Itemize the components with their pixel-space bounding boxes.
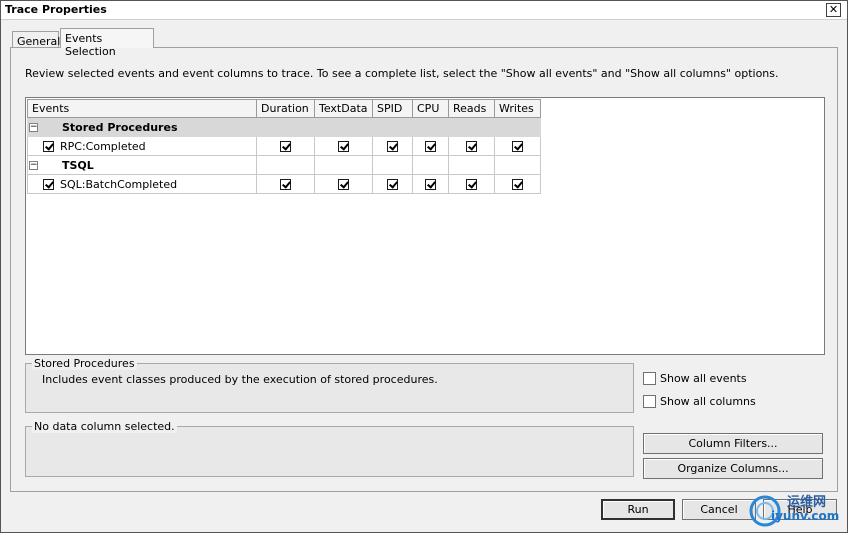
show-all-events-label: Show all events xyxy=(660,371,747,385)
show-all-columns-label: Show all columns xyxy=(660,394,756,408)
events-table: Events Duration TextData SPID CPU Reads … xyxy=(27,99,541,194)
spid-checkbox[interactable] xyxy=(387,141,398,152)
group-cell-empty xyxy=(494,117,541,137)
group-cell-empty xyxy=(494,155,541,175)
group-cell: − TSQL xyxy=(27,155,257,175)
group-cell-empty xyxy=(372,117,413,137)
column-header-writes[interactable]: Writes xyxy=(494,99,541,118)
show-all-columns-checkbox[interactable] xyxy=(643,394,656,408)
group-cell-empty xyxy=(412,155,449,175)
tab-events-selection-label: Events Selection xyxy=(65,32,116,58)
group-cell-empty xyxy=(448,155,495,175)
group-row-stored-procedures: − Stored Procedures xyxy=(27,117,541,137)
textdata-cell xyxy=(314,174,373,194)
column-header-textdata[interactable]: TextData xyxy=(314,99,373,118)
group-label: TSQL xyxy=(62,158,94,172)
group-cell-empty xyxy=(256,117,315,137)
intro-text: Review selected events and event columns… xyxy=(25,67,779,80)
grid-header-row: Events Duration TextData SPID CPU Reads … xyxy=(27,99,541,118)
show-all-columns-option[interactable]: Show all columns xyxy=(643,394,756,408)
textdata-checkbox[interactable] xyxy=(338,179,349,190)
event-description-box: Stored Procedures Includes event classes… xyxy=(25,357,634,413)
close-icon[interactable]: ✕ xyxy=(826,3,841,17)
reads-checkbox[interactable] xyxy=(466,179,477,190)
event-row-sql-batchcompleted: SQL:BatchCompleted xyxy=(27,174,541,194)
title-bar: Trace Properties ✕ xyxy=(1,1,847,20)
event-checkbox[interactable] xyxy=(43,140,54,152)
reads-cell xyxy=(448,136,495,156)
column-header-cpu[interactable]: CPU xyxy=(412,99,449,118)
cpu-checkbox[interactable] xyxy=(425,141,436,152)
spid-cell xyxy=(372,174,413,194)
window-title: Trace Properties xyxy=(5,3,107,16)
event-label: SQL:BatchCompleted xyxy=(60,177,178,191)
cpu-cell xyxy=(412,174,449,194)
event-description-legend: Stored Procedures xyxy=(32,357,137,370)
event-checkbox[interactable] xyxy=(43,178,54,190)
column-description-box: No data column selected. xyxy=(25,420,634,477)
event-label: RPC:Completed xyxy=(60,139,146,153)
spid-checkbox[interactable] xyxy=(387,179,398,190)
cpu-checkbox[interactable] xyxy=(425,179,436,190)
event-cell: RPC:Completed xyxy=(27,136,257,156)
group-cell-empty xyxy=(314,117,373,137)
event-row-rpc-completed: RPC:Completed xyxy=(27,136,541,156)
textdata-cell xyxy=(314,136,373,156)
trace-properties-window: Trace Properties ✕ General Events Select… xyxy=(0,0,848,533)
group-cell-empty xyxy=(256,155,315,175)
help-button[interactable]: Help xyxy=(763,499,837,520)
group-cell: − Stored Procedures xyxy=(27,117,257,137)
event-description-text: Includes event classes produced by the e… xyxy=(42,373,438,386)
column-header-spid[interactable]: SPID xyxy=(372,99,413,118)
column-header-events[interactable]: Events xyxy=(27,99,257,118)
group-cell-empty xyxy=(314,155,373,175)
collapse-icon[interactable]: − xyxy=(29,122,38,132)
column-description-legend: No data column selected. xyxy=(32,420,177,433)
writes-cell xyxy=(494,174,541,194)
show-all-events-option[interactable]: Show all events xyxy=(643,371,747,385)
duration-cell xyxy=(256,136,315,156)
column-filters-button[interactable]: Column Filters... xyxy=(643,433,823,454)
spid-cell xyxy=(372,136,413,156)
duration-checkbox[interactable] xyxy=(280,179,291,190)
writes-checkbox[interactable] xyxy=(512,179,523,190)
duration-checkbox[interactable] xyxy=(280,141,291,152)
collapse-icon[interactable]: − xyxy=(29,160,38,170)
event-cell: SQL:BatchCompleted xyxy=(27,174,257,194)
writes-cell xyxy=(494,136,541,156)
column-header-reads[interactable]: Reads xyxy=(448,99,495,118)
run-button[interactable]: Run xyxy=(601,499,675,520)
cancel-button[interactable]: Cancel xyxy=(682,499,756,520)
textdata-checkbox[interactable] xyxy=(338,141,349,152)
group-cell-empty xyxy=(412,117,449,137)
show-all-events-checkbox[interactable] xyxy=(643,371,656,385)
writes-checkbox[interactable] xyxy=(512,141,523,152)
duration-cell xyxy=(256,174,315,194)
tab-events-selection[interactable]: Events Selection xyxy=(60,28,154,58)
group-row-tsql: − TSQL xyxy=(27,155,541,175)
tab-general[interactable]: General xyxy=(12,31,60,48)
organize-columns-button[interactable]: Organize Columns... xyxy=(643,458,823,479)
group-label: Stored Procedures xyxy=(62,120,178,134)
group-cell-empty xyxy=(372,155,413,175)
group-cell-empty xyxy=(448,117,495,137)
column-header-duration[interactable]: Duration xyxy=(256,99,315,118)
cpu-cell xyxy=(412,136,449,156)
reads-checkbox[interactable] xyxy=(466,141,477,152)
reads-cell xyxy=(448,174,495,194)
events-grid: Events Duration TextData SPID CPU Reads … xyxy=(25,97,825,355)
